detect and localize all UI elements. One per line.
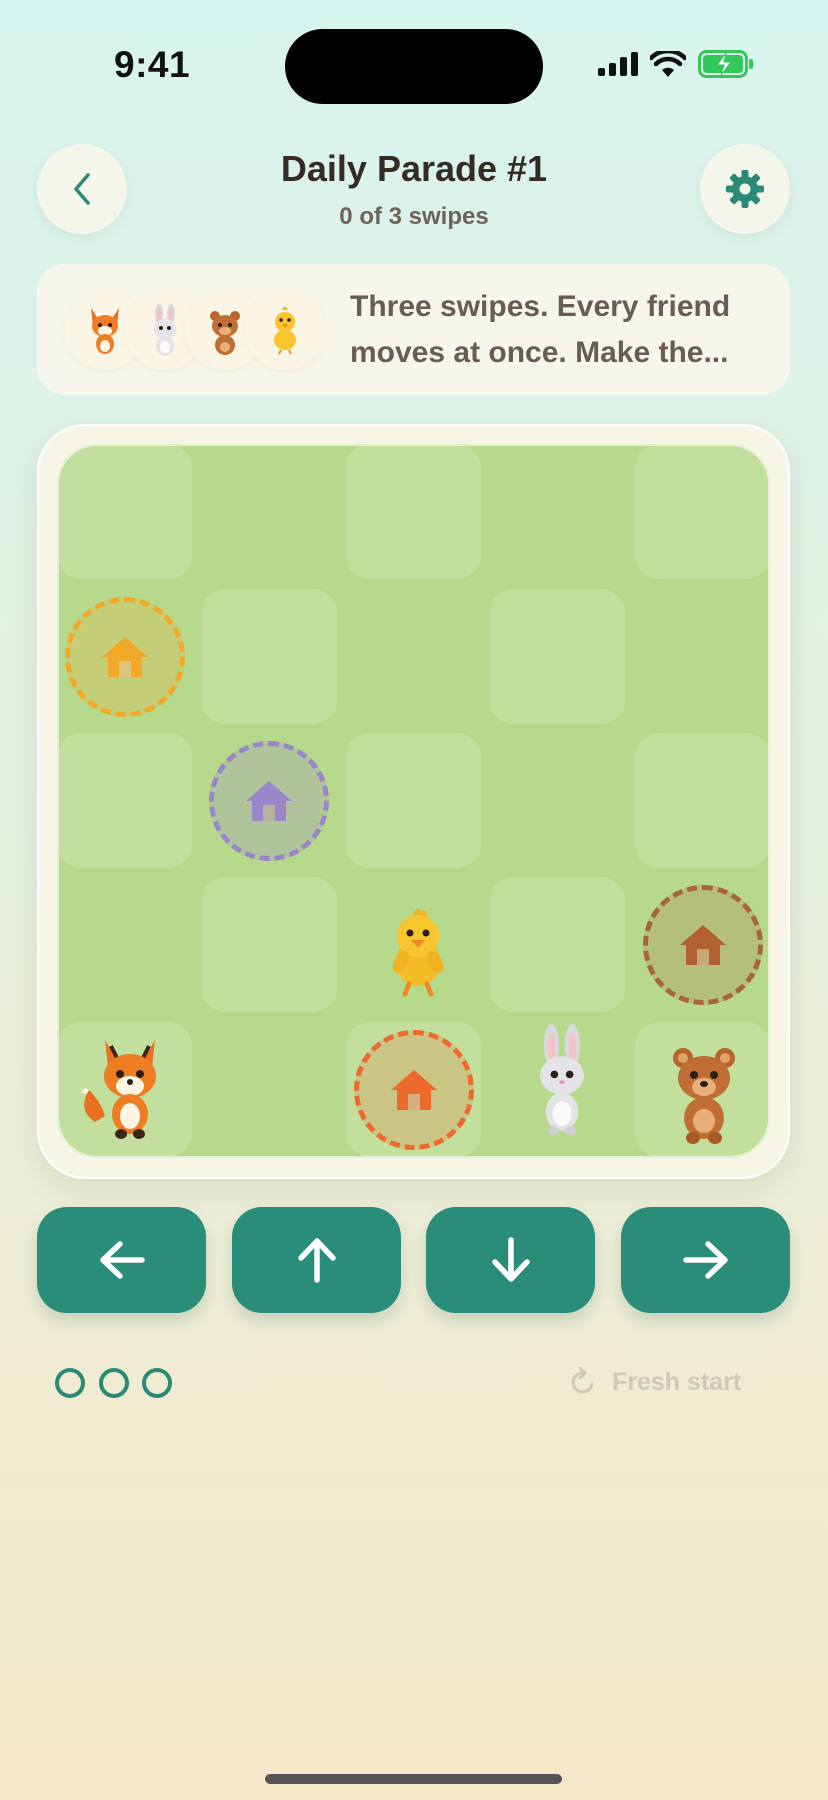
signal-icon — [598, 52, 638, 76]
game-board[interactable] — [57, 444, 770, 1158]
fresh-start-button[interactable]: Fresh start — [568, 1362, 741, 1402]
house-icon — [391, 1070, 437, 1110]
bear-icon — [210, 311, 240, 355]
fresh-start-label: Fresh start — [612, 1367, 742, 1396]
board-tile — [57, 444, 192, 579]
board-tile — [57, 733, 192, 868]
dynamic-island — [285, 29, 543, 104]
arrow-right-icon — [682, 1241, 728, 1279]
home-target-bear — [643, 885, 763, 1005]
intro-text: Three swipes. Every friend moves at once… — [350, 290, 731, 369]
board-tile — [346, 733, 481, 868]
gear-icon — [726, 170, 764, 208]
battery-charging-icon — [698, 50, 753, 78]
intro-card: Three swipes. Every friend moves at once… — [37, 264, 790, 395]
house-icon — [680, 925, 726, 965]
arrow-left-icon — [99, 1241, 145, 1279]
status-icons — [598, 50, 754, 78]
fox-piece[interactable] — [75, 1030, 185, 1150]
board-tile — [635, 733, 770, 868]
bunny-piece[interactable] — [507, 1024, 617, 1144]
bunny-icon — [154, 304, 176, 356]
home-indicator[interactable] — [265, 1774, 562, 1784]
arrow-down-icon — [491, 1237, 530, 1282]
swipe-up-button[interactable] — [232, 1207, 401, 1313]
swipe-left-button[interactable] — [37, 1207, 206, 1313]
board-tile — [490, 877, 625, 1012]
wifi-icon — [650, 51, 686, 77]
settings-button[interactable] — [700, 144, 790, 234]
swipe-indicator — [142, 1368, 172, 1398]
swipe-right-button[interactable] — [621, 1207, 790, 1313]
home-target-chick — [65, 597, 185, 717]
refresh-icon — [571, 1367, 594, 1394]
chick-piece[interactable] — [363, 896, 473, 1016]
swipe-indicator — [99, 1368, 129, 1398]
board-tile — [346, 444, 481, 579]
board-tile — [635, 444, 770, 579]
house-icon — [102, 637, 148, 677]
board-tile — [202, 877, 337, 1012]
swipe-indicator — [55, 1368, 85, 1398]
avatar-chick — [245, 290, 325, 370]
fox-icon — [91, 308, 119, 354]
status-time: 9:41 — [114, 44, 191, 85]
status-bar: 9:41 — [0, 0, 828, 120]
chick-icon — [274, 307, 296, 355]
home-target-fox — [354, 1030, 474, 1150]
home-target-bunny — [209, 741, 329, 861]
bear-piece[interactable] — [649, 1034, 759, 1154]
arrow-up-icon — [297, 1238, 336, 1283]
swipe-down-button[interactable] — [426, 1207, 595, 1313]
board-tile — [490, 589, 625, 724]
house-icon — [246, 781, 292, 821]
board-tile — [202, 589, 337, 724]
